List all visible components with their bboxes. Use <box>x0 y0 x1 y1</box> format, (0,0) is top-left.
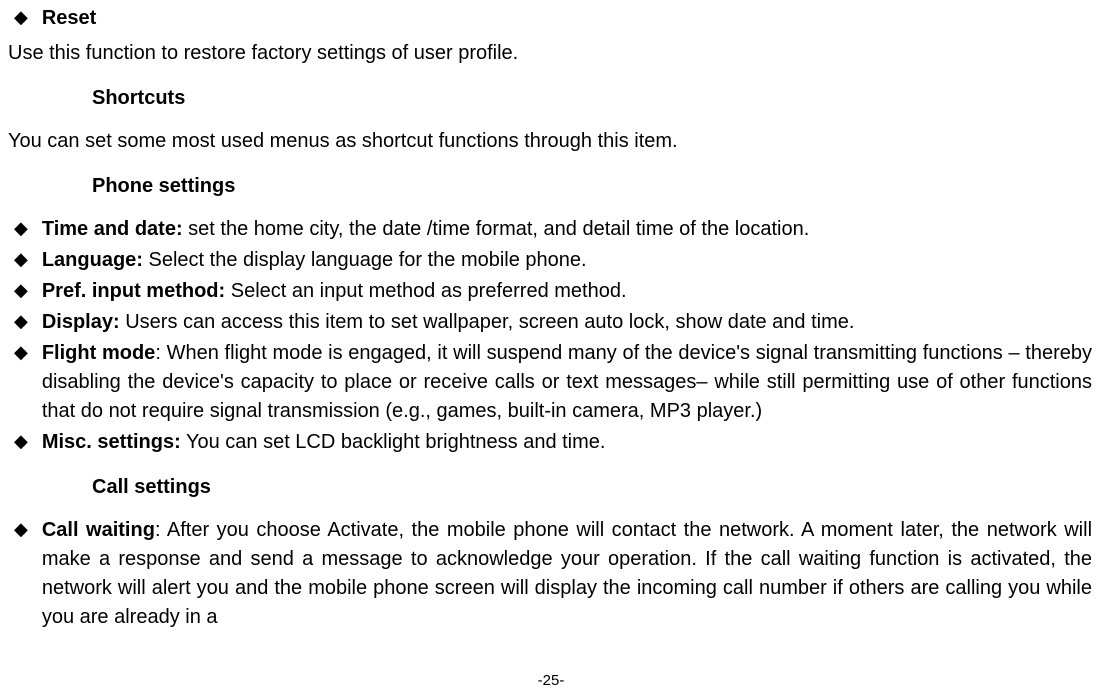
phone-item-label: Time and date: <box>42 218 183 240</box>
bullet-icon: ◆ <box>14 516 28 543</box>
phone-settings-title: Phone settings <box>92 172 1092 201</box>
bullet-icon: ◆ <box>14 339 28 366</box>
phone-item-2: ◆ Pref. input method: Select an input me… <box>8 277 1092 306</box>
phone-item-3: ◆ Display: Users can access this item to… <box>8 308 1092 337</box>
bullet-icon: ◆ <box>14 428 28 455</box>
call-settings-title: Call settings <box>92 473 1092 502</box>
phone-item-text: Users can access this item to set wallpa… <box>120 311 855 333</box>
phone-item-label: Display: <box>42 311 120 333</box>
phone-item-text: You can set LCD backlight brightness and… <box>181 431 606 453</box>
bullet-icon: ◆ <box>14 4 28 31</box>
phone-item-content: Pref. input method: Select an input meth… <box>42 277 1092 306</box>
phone-item-content: Language: Select the display language fo… <box>42 246 1092 275</box>
phone-item-text: Select the display language for the mobi… <box>143 249 587 271</box>
phone-item-content: Time and date: set the home city, the da… <box>42 215 1092 244</box>
phone-item-1: ◆ Language: Select the display language … <box>8 246 1092 275</box>
phone-item-text: Select an input method as preferred meth… <box>225 280 626 302</box>
bullet-icon: ◆ <box>14 308 28 335</box>
phone-item-4: ◆ Flight mode: When flight mode is engag… <box>8 339 1092 426</box>
call-item-0: ◆ Call waiting: After you choose Activat… <box>8 516 1092 632</box>
phone-item-label: Flight mode <box>42 342 155 364</box>
page-number: -25- <box>0 670 1102 692</box>
reset-title: Reset <box>42 4 96 33</box>
shortcuts-title: Shortcuts <box>92 84 1092 113</box>
phone-item-content: Misc. settings: You can set LCD backligh… <box>42 428 1092 457</box>
phone-item-0: ◆ Time and date: set the home city, the … <box>8 215 1092 244</box>
call-item-label: Call waiting <box>42 519 155 541</box>
call-item-text: : After you choose Activate, the mobile … <box>42 519 1092 628</box>
phone-item-content: Flight mode: When flight mode is engaged… <box>42 339 1092 426</box>
phone-item-content: Display: Users can access this item to s… <box>42 308 1092 337</box>
phone-item-label: Misc. settings: <box>42 431 181 453</box>
bullet-icon: ◆ <box>14 215 28 242</box>
phone-item-label: Language: <box>42 249 143 271</box>
reset-desc: Use this function to restore factory set… <box>8 39 1092 68</box>
phone-item-5: ◆ Misc. settings: You can set LCD backli… <box>8 428 1092 457</box>
call-item-content: Call waiting: After you choose Activate,… <box>42 516 1092 632</box>
reset-row: ◆ Reset <box>8 4 1092 33</box>
bullet-icon: ◆ <box>14 277 28 304</box>
phone-item-text: set the home city, the date /time format… <box>183 218 810 240</box>
bullet-icon: ◆ <box>14 246 28 273</box>
shortcuts-desc: You can set some most used menus as shor… <box>8 127 1092 156</box>
phone-item-label: Pref. input method: <box>42 280 225 302</box>
phone-item-text: : When flight mode is engaged, it will s… <box>42 342 1092 422</box>
